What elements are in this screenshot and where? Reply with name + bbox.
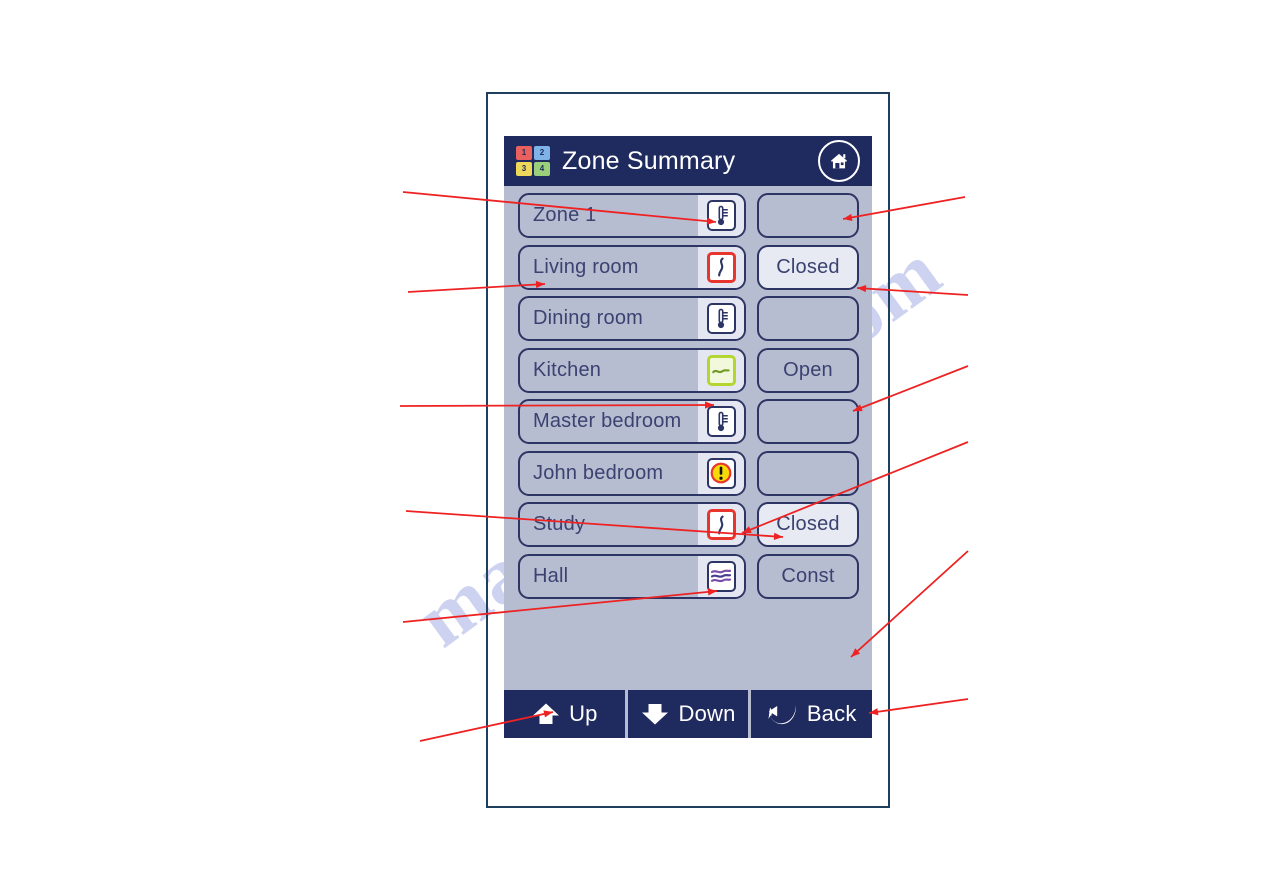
grid-cell-4: 4 [534, 162, 550, 176]
back-arrow-icon [767, 701, 799, 727]
fan-icon [706, 560, 736, 592]
back-button-label: Back [806, 701, 857, 726]
page-title: Zone Summary [562, 146, 736, 175]
zone-icon-slot [698, 349, 744, 391]
zone-button-john-bedroom[interactable]: John bedroom [518, 450, 746, 496]
up-button-label: Up [569, 701, 598, 726]
heating-icon [706, 509, 736, 540]
down-button[interactable]: Down [627, 690, 749, 738]
home-button[interactable] [818, 140, 860, 182]
zone-icon-slot [698, 504, 744, 545]
zone-button-master-bedroom[interactable]: Master bedroom [518, 399, 746, 444]
zone-status-label: Closed [776, 513, 840, 535]
title-bar: 1 2 3 4 Zone Summary [504, 136, 872, 186]
zone-status-button[interactable] [757, 296, 859, 341]
grid-cell-2: 2 [534, 146, 550, 160]
zone-row: John bedroom [518, 450, 862, 496]
controller-screen: 1 2 3 4 Zone Summary Zone 1 Living room … [504, 136, 873, 738]
zone-status-button[interactable] [757, 193, 859, 238]
zone-row: Zone 1 [518, 193, 862, 238]
zone-row: Study Closed [518, 502, 862, 547]
thermometer-icon [706, 406, 736, 437]
arrow-down-icon [640, 701, 670, 727]
zone-status-button[interactable]: Closed [757, 502, 859, 547]
zone-list: Zone 1 Living room Closed Dining room Ki… [504, 186, 872, 609]
zone-name-label: Study [533, 513, 586, 535]
zone-button-dining-room[interactable]: Dining room [518, 296, 746, 341]
heating-icon [706, 251, 736, 283]
zone-button-study[interactable]: Study [518, 502, 746, 547]
zone-name-label: Dining room [533, 307, 644, 329]
zone-icon-slot [698, 298, 744, 339]
bottom-toolbar: Up Down Back [504, 690, 873, 738]
zone-icon-slot [698, 246, 744, 288]
zone-status-button[interactable]: Const [757, 553, 859, 599]
up-button[interactable]: Up [504, 690, 625, 738]
home-icon [831, 153, 847, 169]
zone-name-label: Kitchen [533, 358, 602, 381]
zone-name-label: Zone 1 [533, 204, 597, 226]
grid-cell-3: 3 [516, 162, 532, 176]
zone-row: Dining room [518, 296, 862, 341]
zone-icon-slot [698, 452, 744, 494]
down-button-label: Down [678, 701, 736, 726]
zone-button-living-room[interactable]: Living room [518, 244, 746, 290]
zone-name-label: Master bedroom [533, 410, 682, 432]
zone-icon-slot [698, 195, 744, 236]
zone-icon-slot [698, 401, 744, 442]
zone-row: Living room Closed [518, 244, 862, 290]
zone-status-button[interactable] [757, 399, 859, 444]
zone-row: Hall Const [518, 553, 862, 599]
zone-status-label: Open [783, 358, 833, 381]
zone-name-label: John bedroom [533, 461, 664, 484]
zone-status-button[interactable]: Closed [757, 244, 859, 290]
warning-icon [706, 457, 736, 489]
zone-button-hall[interactable]: Hall [518, 553, 746, 599]
zone-name-label: Living room [533, 255, 639, 278]
zone-name-label: Hall [533, 564, 569, 587]
zone-button-zone-1[interactable]: Zone 1 [518, 193, 746, 238]
zone-icon-slot [698, 555, 744, 597]
arrow-up-icon [531, 701, 561, 727]
zone-status-button[interactable]: Open [757, 347, 859, 393]
thermometer-icon [706, 200, 736, 231]
zone-button-kitchen[interactable]: Kitchen [518, 347, 746, 393]
grid-cell-1: 1 [516, 146, 532, 160]
zone-status-label: Const [781, 564, 835, 587]
back-button[interactable]: Back [751, 690, 873, 738]
zone-row: Master bedroom [518, 399, 862, 444]
zone-status-button[interactable] [757, 450, 859, 496]
zone-row: Kitchen Open [518, 347, 862, 393]
zone-grid-icon: 1 2 3 4 [516, 146, 550, 176]
thermometer-icon [706, 303, 736, 334]
cooling-icon [706, 354, 736, 386]
zone-status-label: Closed [776, 255, 840, 278]
